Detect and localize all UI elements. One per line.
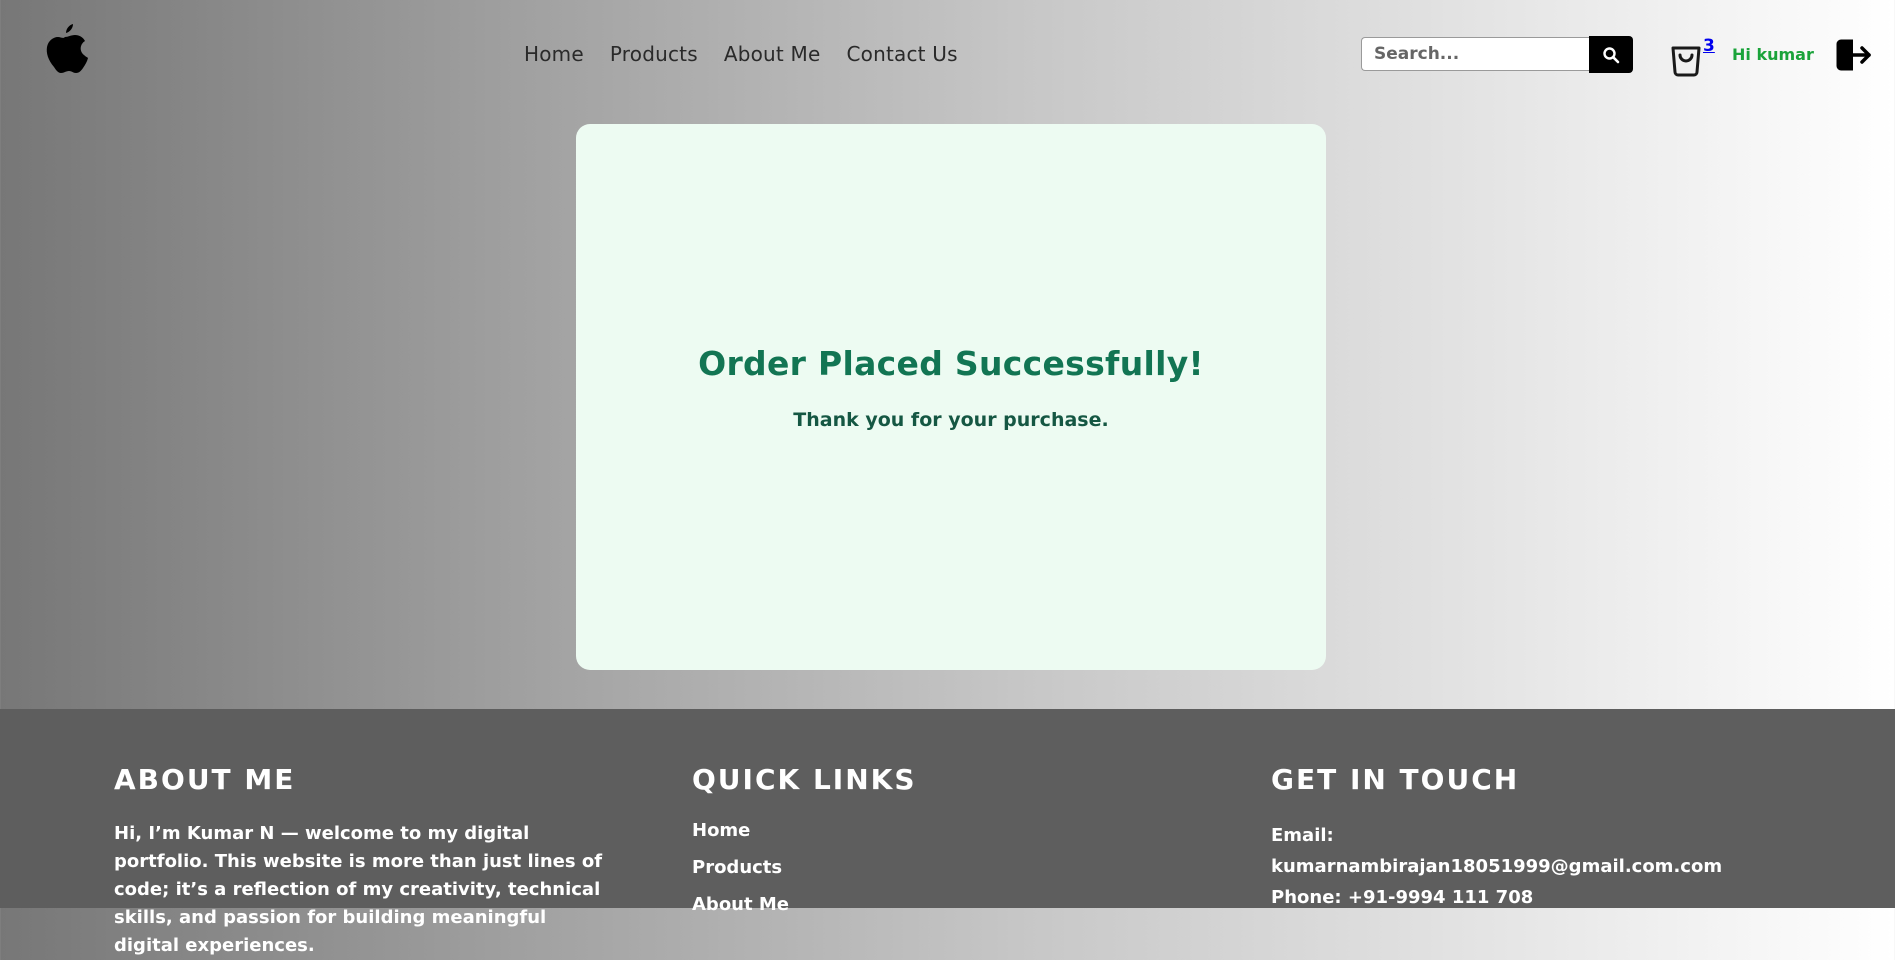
search-icon <box>1603 46 1620 63</box>
main-nav: Home Products About Me Contact Us <box>524 42 958 66</box>
search-bar <box>1361 36 1633 73</box>
search-button[interactable] <box>1589 36 1633 73</box>
footer-link-products[interactable]: Products <box>692 857 917 878</box>
nav-home[interactable]: Home <box>524 42 584 66</box>
site-header: Home Products About Me Contact Us 3 Hi k… <box>0 0 1895 110</box>
site-footer: ABOUT ME Hi, I’m Kumar N — welcome to my… <box>0 709 1895 956</box>
order-success-card: Order Placed Successfully! Thank you for… <box>576 124 1326 670</box>
nav-contact-us[interactable]: Contact Us <box>847 42 958 66</box>
nav-products[interactable]: Products <box>610 42 698 66</box>
footer-about: ABOUT ME Hi, I’m Kumar N — welcome to my… <box>114 763 614 960</box>
nav-about-me[interactable]: About Me <box>724 42 821 66</box>
footer-contact: GET IN TOUCH Email: kumarnambirajan18051… <box>1271 763 1722 913</box>
footer-link-home[interactable]: Home <box>692 820 917 841</box>
footer-link-about-me[interactable]: About Me <box>692 894 917 915</box>
order-success-title: Order Placed Successfully! <box>698 343 1204 383</box>
footer-links-title: QUICK LINKS <box>692 763 917 796</box>
apple-logo-icon[interactable] <box>40 20 90 78</box>
logout-icon <box>1836 39 1871 71</box>
footer-quick-links: QUICK LINKS Home Products About Me <box>692 763 917 931</box>
order-success-message: Thank you for your purchase. <box>793 408 1109 431</box>
footer-phone: Phone: +91-9994 111 708 <box>1271 887 1534 908</box>
cart-button[interactable] <box>1668 38 1704 78</box>
footer-about-text: Hi, I’m Kumar N — welcome to my digital … <box>114 823 603 956</box>
logout-button[interactable] <box>1835 38 1873 72</box>
shopping-bag-icon <box>1671 46 1701 77</box>
footer-email[interactable]: kumarnambirajan18051999@gmail.com.com <box>1271 851 1722 882</box>
footer-about-title: ABOUT ME <box>114 763 296 796</box>
search-input[interactable] <box>1361 37 1589 71</box>
cart-count-badge[interactable]: 3 <box>1703 36 1715 56</box>
user-greeting: Hi kumar <box>1732 45 1814 64</box>
footer-email-label: Email: <box>1271 825 1334 846</box>
footer-contact-title: GET IN TOUCH <box>1271 763 1520 796</box>
